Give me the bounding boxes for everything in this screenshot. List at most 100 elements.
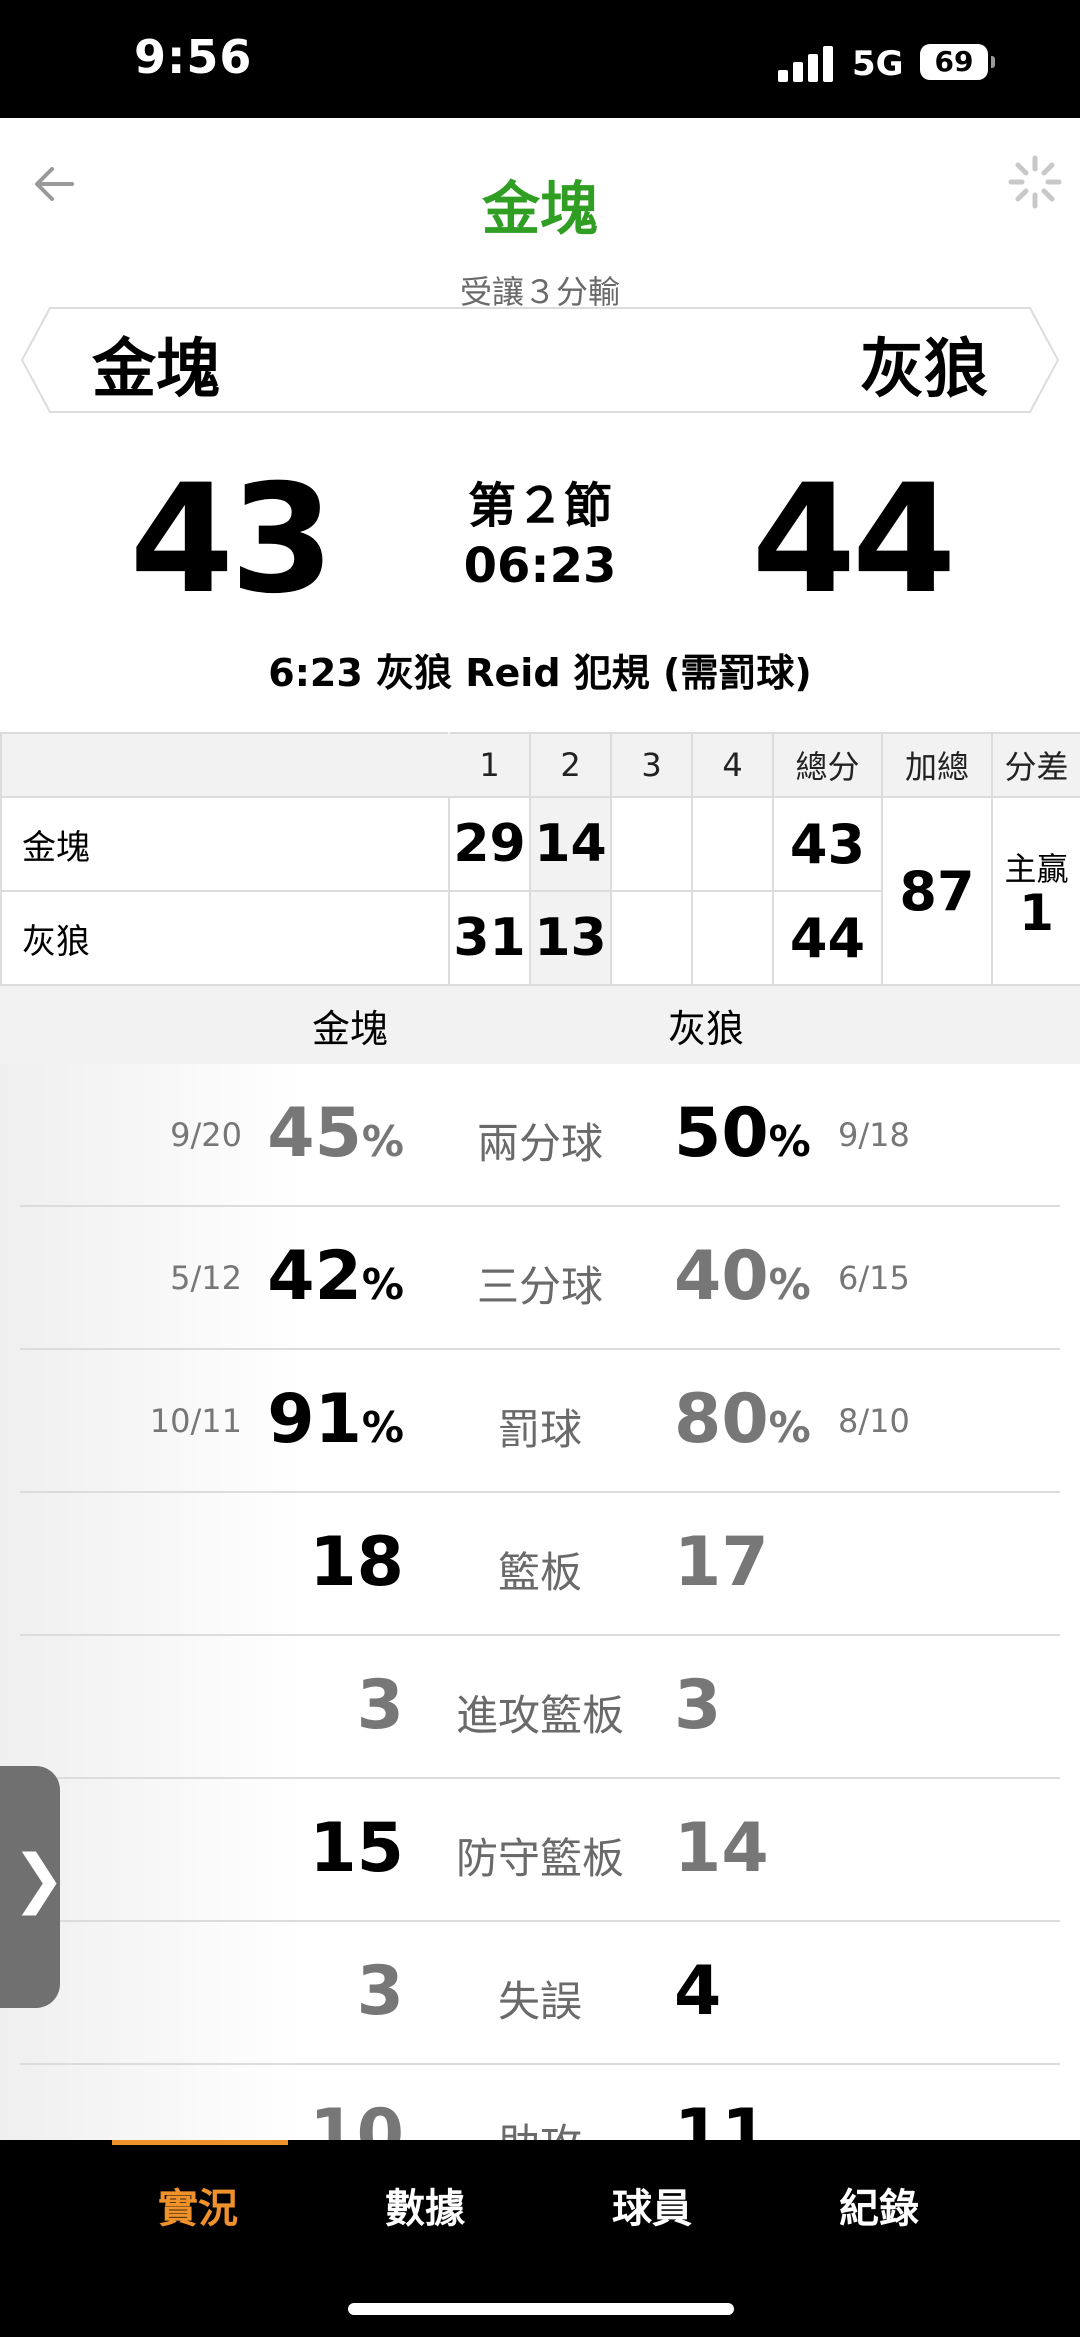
home-team-name[interactable]: 金塊	[92, 318, 220, 410]
home-percentage: 45%	[267, 1094, 404, 1173]
stat-row-free-throws: 10/11 91% 罰球 80% 8/10	[0, 1350, 1080, 1493]
tab-stats[interactable]: 數據	[325, 2176, 525, 2234]
away-fraction: 8/10	[838, 1402, 910, 1440]
home-percentage-value: 91	[267, 1380, 362, 1459]
row-total: 44	[772, 890, 883, 986]
away-fraction: 6/15	[838, 1259, 910, 1297]
stat-label: 助攻	[420, 2111, 660, 2140]
box-header-sum: 加總	[881, 732, 993, 798]
home-score: 43	[129, 453, 335, 627]
away-team-name[interactable]: 灰狼	[860, 318, 988, 410]
stat-row-rebounds: 18 籃板 17	[0, 1493, 1080, 1636]
stats-away-team: 灰狼	[668, 1007, 745, 1051]
tab-records[interactable]: 紀錄	[779, 2176, 979, 2234]
stat-label: 罰球	[497, 1405, 582, 1454]
home-value: 18	[309, 1523, 404, 1602]
period-label: 第２節	[467, 478, 612, 534]
quarter-score: 14	[529, 796, 612, 892]
status-time: 9:56	[134, 30, 253, 84]
stats-home-team: 金塊	[312, 1007, 389, 1051]
stat-row-three-pointers: 5/12 42% 三分球 40% 6/15	[0, 1207, 1080, 1350]
home-percentage-value: 42	[267, 1237, 362, 1316]
stat-label: 失誤	[497, 1977, 582, 2026]
combined-total: 87	[881, 796, 993, 986]
stat-label: 兩分球	[476, 1119, 603, 1168]
point-diff-value: 1	[1019, 884, 1054, 942]
away-percentage-value: 80	[674, 1380, 769, 1459]
active-tab-indicator	[112, 2140, 288, 2145]
home-percentage: 42%	[267, 1237, 404, 1316]
away-value: 4	[674, 1952, 722, 2031]
row-team-name: 金塊	[0, 796, 450, 892]
battery-icon: 69	[920, 44, 995, 80]
side-drawer-handle[interactable]: ❯	[0, 1766, 66, 2008]
home-percentage: 91%	[267, 1380, 404, 1459]
stat-row-turnovers: 3 失誤 4	[0, 1922, 1080, 2065]
page-title: 金塊	[481, 175, 598, 243]
home-value: 3	[356, 1666, 404, 1745]
tab-players[interactable]: 球員	[552, 2176, 752, 2234]
quarter-score: 29	[448, 796, 531, 892]
home-fraction: 5/12	[170, 1259, 242, 1297]
box-header-total: 總分	[772, 732, 883, 798]
stats-header: 金塊 灰狼	[0, 984, 1080, 1066]
point-diff: 主贏 1	[991, 796, 1080, 986]
row-total: 43	[772, 796, 883, 892]
percent-sign: %	[361, 1117, 404, 1166]
home-fraction: 10/11	[149, 1402, 242, 1440]
stat-row-defensive-rebounds: 15 防守籃板 14	[0, 1779, 1080, 1922]
quarter-score: 31	[448, 890, 531, 986]
away-percentage: 40%	[674, 1237, 811, 1316]
box-score-table: 1 2 3 4 總分 加總 分差 金塊 29 14 43 87 主贏 1 灰狼 …	[0, 732, 1080, 986]
status-bar: 9:56 5G 69	[0, 0, 1080, 118]
quarter-score	[610, 796, 693, 892]
game-clock: 06:23	[463, 538, 617, 594]
home-value: 10	[309, 2095, 404, 2140]
tab-live[interactable]: 實況	[98, 2176, 298, 2234]
stat-label: 防守籃板	[455, 1834, 624, 1883]
percent-sign: %	[768, 1403, 811, 1452]
quarter-score	[691, 796, 774, 892]
box-header-q1: 1	[448, 732, 531, 798]
home-indicator[interactable]	[348, 2303, 734, 2315]
home-value: 3	[356, 1952, 404, 2031]
away-value: 11	[674, 2095, 769, 2140]
quarter-score: 13	[529, 890, 612, 986]
percent-sign: %	[361, 1403, 404, 1452]
percent-sign: %	[361, 1260, 404, 1309]
away-percentage: 50%	[674, 1094, 811, 1173]
quarter-score	[610, 890, 693, 986]
away-value: 14	[674, 1809, 769, 1888]
stat-label: 進攻籃板	[455, 1691, 624, 1740]
box-header-blank	[0, 732, 450, 798]
box-header-q2: 2	[529, 732, 612, 798]
stat-row-offensive-rebounds: 3 進攻籃板 3	[0, 1636, 1080, 1779]
last-event: 6:23 灰狼 Reid 犯規 (需罰球)	[268, 651, 812, 695]
stat-label: 三分球	[476, 1262, 603, 1311]
box-header-diff: 分差	[991, 732, 1080, 798]
home-percentage-value: 45	[267, 1094, 362, 1173]
network-label: 5G	[852, 44, 904, 84]
stat-row-assists: 10 助攻 11	[0, 2065, 1080, 2140]
percent-sign: %	[768, 1117, 811, 1166]
period-clock: 第２節 06:23	[400, 476, 680, 596]
away-score: 44	[751, 453, 957, 627]
signal-icon	[778, 44, 838, 82]
stat-label: 籃板	[497, 1548, 582, 1597]
away-percentage-value: 40	[674, 1237, 769, 1316]
box-header-q3: 3	[610, 732, 693, 798]
row-team-name: 灰狼	[0, 890, 450, 986]
box-header-row: 1 2 3 4 總分 加總 分差	[0, 732, 1080, 798]
stats-list[interactable]: 9/20 45% 兩分球 50% 9/18 5/12 42% 三分球 40% 6…	[0, 1064, 1080, 2140]
percent-sign: %	[768, 1260, 811, 1309]
away-fraction: 9/18	[838, 1116, 910, 1154]
away-percentage-value: 50	[674, 1094, 769, 1173]
chevron-right-icon: ❯	[12, 1842, 66, 1916]
table-row: 金塊 29 14 43 87 主贏 1	[0, 796, 1080, 986]
away-value: 3	[674, 1666, 722, 1745]
point-diff-label: 主贏	[1004, 850, 1069, 888]
box-header-q4: 4	[691, 732, 774, 798]
home-fraction: 9/20	[170, 1116, 242, 1154]
away-percentage: 80%	[674, 1380, 811, 1459]
away-value: 17	[674, 1523, 769, 1602]
